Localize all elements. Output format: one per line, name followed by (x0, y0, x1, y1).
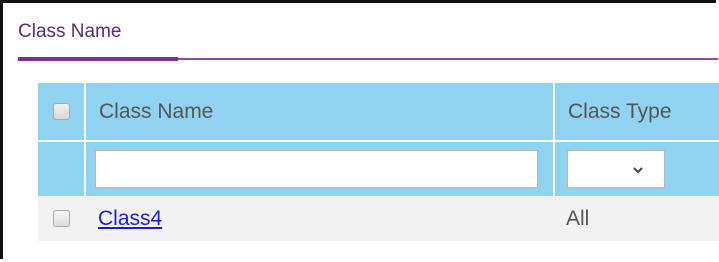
select-all-checkbox[interactable] (52, 103, 70, 121)
class-type-filter-select[interactable] (567, 150, 665, 188)
row-type-cell: All (554, 196, 719, 241)
row-select-cell (38, 196, 85, 241)
filter-row (38, 140, 719, 196)
class-table: Class Name Class Type Class4 All (38, 83, 719, 241)
row-name-cell: Class4 (85, 196, 554, 241)
section-title: Class Name (18, 21, 122, 42)
filter-type-cell (553, 140, 719, 196)
table-row: Class4 All (38, 196, 719, 241)
column-header-class-name[interactable]: Class Name (84, 83, 554, 141)
filter-name-cell (84, 140, 554, 196)
class-name-link[interactable]: Class4 (85, 207, 162, 230)
class-name-filter-input[interactable] (95, 150, 538, 188)
class-type-value: All (566, 206, 590, 230)
row-checkbox[interactable] (53, 210, 70, 228)
column-header-class-type[interactable]: Class Type (553, 83, 719, 141)
table-header-row: Class Name Class Type (38, 83, 719, 141)
section-title-underline (18, 57, 178, 61)
header-select-cell (38, 83, 85, 141)
content-panel: Class Name Class Name Class Type Class4 … (0, 0, 719, 259)
chevron-down-icon (633, 167, 643, 174)
filter-spacer-cell (38, 140, 85, 196)
column-header-label: Class Type (568, 99, 672, 123)
column-header-label: Class Name (99, 99, 214, 123)
